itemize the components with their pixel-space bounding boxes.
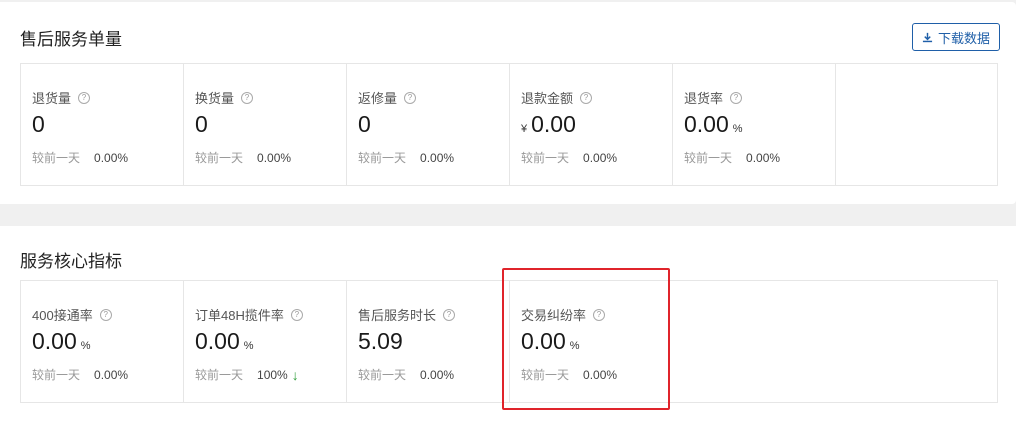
metric-return-count: 退货量? 0 较前一天 0.00% [21, 64, 184, 185]
compare-label: 较前一天 [358, 151, 407, 165]
compare-value: 0.00% [746, 150, 781, 165]
metric-label: 订单48H揽件率 [195, 308, 284, 323]
metric-service-duration: 售后服务时长? 5.09 较前一天 0.00% [347, 281, 510, 402]
compare-label: 较前一天 [521, 151, 570, 165]
compare-value: 0.00% [583, 367, 618, 382]
metric-label: 退款金额 [521, 91, 574, 106]
metric-value: 0.00 [32, 328, 77, 354]
core-metrics-grid: 400接通率? 0.00% 较前一天 0.00% 订单48H揽件率? 0.00% … [20, 280, 998, 403]
compare-label: 较前一天 [32, 151, 81, 165]
metric-label: 交易纠纷率 [521, 308, 587, 323]
metric-value: 5.09 [358, 328, 403, 354]
currency-symbol: ¥ [521, 123, 528, 135]
metric-exchange-count: 换货量? 0 较前一天 0.00% [184, 64, 347, 185]
compare-label: 较前一天 [195, 368, 244, 382]
unit-label: % [569, 340, 580, 352]
unit-label: % [80, 340, 91, 352]
help-icon[interactable]: ? [241, 91, 254, 104]
metric-label: 退货率 [684, 91, 724, 106]
help-icon[interactable]: ? [290, 308, 303, 321]
metric-refund-amount: 退款金额? ¥0.00 较前一天 0.00% [510, 64, 673, 185]
compare-label: 较前一天 [521, 368, 570, 382]
help-icon[interactable]: ? [730, 91, 743, 104]
metric-value: 0.00 [531, 111, 576, 137]
download-label: 下载数据 [937, 30, 990, 46]
compare-value: 0.00% [94, 150, 129, 165]
metric-value: 0 [195, 111, 208, 137]
compare-value: 0.00% [257, 150, 292, 165]
metric-label: 退货量 [32, 91, 72, 106]
trend-down-icon: ↓ [291, 366, 299, 383]
metric-value: 0.00 [684, 111, 729, 137]
metric-value: 0 [358, 111, 371, 137]
compare-value: 0.00% [420, 367, 455, 382]
compare-label: 较前一天 [32, 368, 81, 382]
volume-metrics-grid: 退货量? 0 较前一天 0.00% 换货量? 0 较前一天 0.00% 返修量? 0… [20, 63, 998, 186]
metric-label: 返修量 [358, 91, 398, 106]
unit-label: % [732, 123, 743, 135]
download-data-button[interactable]: 下载数据 [912, 23, 1000, 51]
metric-value: 0 [32, 111, 45, 137]
service-core-metrics-panel: 服务核心指标 400接通率? 0.00% 较前一天 0.00% 订单48H揽件率?… [0, 226, 1016, 421]
compare-value: 100% [257, 367, 288, 382]
empty-cell [673, 281, 997, 402]
compare-value: 0.00% [420, 150, 455, 165]
metric-dispute-rate: 交易纠纷率? 0.00% 较前一天 0.00% [510, 281, 673, 402]
help-icon[interactable]: ? [443, 308, 456, 321]
metric-48h-pickup-rate: 订单48H揽件率? 0.00% 较前一天 100% ↓ [184, 281, 347, 402]
compare-label: 较前一天 [684, 151, 733, 165]
help-icon[interactable]: ? [404, 91, 417, 104]
help-icon[interactable]: ? [99, 308, 112, 321]
metric-label: 400接通率 [32, 308, 93, 323]
metric-label: 换货量 [195, 91, 235, 106]
unit-label: % [243, 340, 254, 352]
metric-value: 0.00 [195, 328, 240, 354]
help-icon[interactable]: ? [593, 308, 606, 321]
empty-cell [836, 64, 997, 185]
metric-return-rate: 退货率? 0.00% 较前一天 0.00% [673, 64, 836, 185]
compare-value: 0.00% [583, 150, 618, 165]
after-sales-volume-panel: 售后服务单量 下载数据 退货量? 0 较前一天 0.00% 换货量? 0 较前一天… [0, 2, 1016, 204]
panel-title: 服务核心指标 [20, 252, 122, 271]
download-icon [922, 32, 933, 42]
compare-value: 0.00% [94, 367, 129, 382]
metric-label: 售后服务时长 [358, 308, 437, 323]
metric-value: 0.00 [521, 328, 566, 354]
compare-label: 较前一天 [358, 368, 407, 382]
metric-400-connect-rate: 400接通率? 0.00% 较前一天 0.00% [21, 281, 184, 402]
help-icon[interactable]: ? [78, 91, 91, 104]
panel-title: 售后服务单量 [20, 30, 122, 49]
compare-label: 较前一天 [195, 151, 244, 165]
help-icon[interactable]: ? [580, 91, 593, 104]
metric-repair-count: 返修量? 0 较前一天 0.00% [347, 64, 510, 185]
